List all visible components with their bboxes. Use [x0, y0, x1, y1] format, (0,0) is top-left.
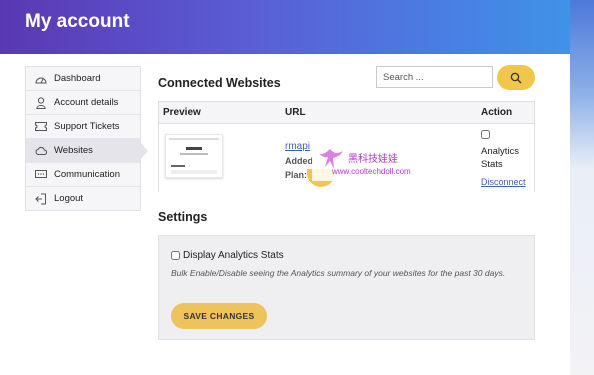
search-icon: [510, 72, 522, 84]
sidebar-item-label: Websites: [54, 145, 93, 156]
sidebar-item-label: Account details: [54, 97, 119, 108]
user-icon: [35, 96, 47, 109]
analytics-stats-checkbox[interactable]: [481, 130, 490, 139]
added-label: Added: [285, 156, 313, 166]
analytics-stats-label: Analytics Stats: [481, 146, 520, 170]
sidebar-item-label: Support Tickets: [54, 121, 120, 132]
column-header-preview: Preview: [163, 107, 201, 118]
settings-panel: Display Analytics Stats Bulk Enable/Disa…: [158, 235, 535, 340]
sidebar-item-communication[interactable]: Communication: [26, 163, 140, 187]
save-changes-button[interactable]: SAVE CHANGES: [171, 303, 267, 329]
sidebar-item-account-details[interactable]: Account details: [26, 91, 140, 115]
cloud-icon: [35, 145, 47, 157]
dashboard-icon: [35, 73, 47, 85]
column-header-action: Action: [481, 107, 513, 118]
account-sidebar: Dashboard Account details Support Ticket…: [25, 66, 148, 211]
settings-title: Settings: [158, 210, 208, 224]
logout-icon: [35, 193, 47, 205]
sidebar-item-websites[interactable]: Websites: [26, 139, 148, 163]
page-header: My account: [0, 0, 570, 54]
sidebar-item-support-tickets[interactable]: Support Tickets: [26, 115, 140, 139]
watermark-url: www.cooltechdoll.com: [332, 167, 411, 176]
scroll-edge-strip: [570, 0, 594, 375]
disconnect-link[interactable]: Disconnect: [481, 177, 526, 187]
website-preview-thumbnail[interactable]: [165, 134, 223, 178]
settings-help-text: Bulk Enable/Disable seeing the Analytics…: [171, 268, 506, 278]
watermark-logo: 黑科技娃娃 www.cooltechdoll.com: [312, 143, 422, 181]
sidebar-item-label: Dashboard: [54, 73, 101, 84]
sidebar-item-label: Logout: [54, 193, 84, 204]
search-input[interactable]: [376, 66, 493, 88]
search-button[interactable]: [497, 65, 535, 90]
sidebar-item-logout[interactable]: Logout: [26, 187, 140, 210]
ticket-icon: [35, 121, 47, 133]
website-url-link[interactable]: rmapi: [285, 141, 310, 152]
plan-label: Plan:: [285, 170, 308, 180]
sidebar-item-dashboard[interactable]: Dashboard: [26, 67, 140, 91]
column-header-url: URL: [285, 107, 306, 118]
watermark-text: 黑科技娃娃: [348, 154, 398, 165]
connected-websites-title: Connected Websites: [158, 76, 281, 90]
display-analytics-label: Display Analytics Stats: [183, 250, 284, 261]
chat-icon: [35, 169, 47, 181]
page-title: My account: [25, 11, 130, 32]
display-analytics-checkbox[interactable]: [171, 251, 180, 260]
sidebar-item-label: Communication: [54, 169, 120, 180]
